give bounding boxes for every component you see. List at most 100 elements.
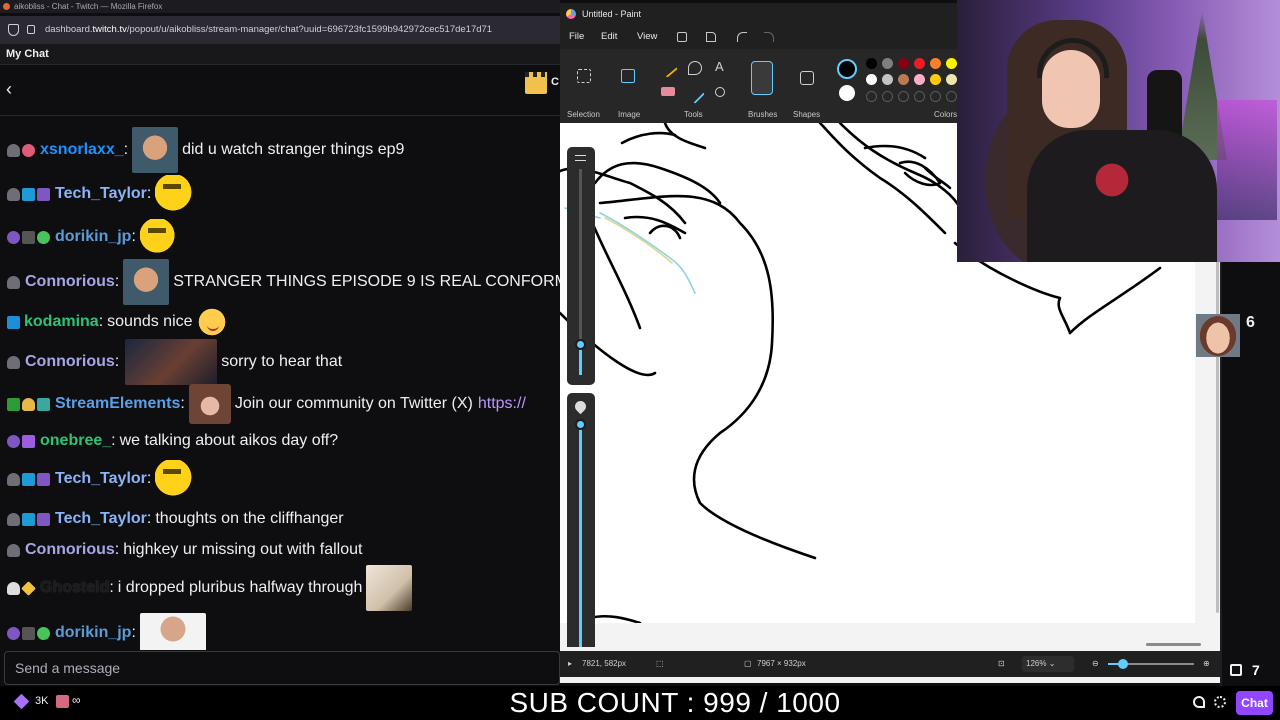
alien-badge-icon: [37, 230, 50, 244]
paint-title: Untitled - Paint: [582, 9, 642, 19]
empty-color-swatch[interactable]: [866, 91, 877, 102]
background-lights: [1217, 100, 1277, 220]
emote-image: [139, 613, 206, 650]
chat-username[interactable]: Tech_Taylor: [55, 185, 147, 203]
verified-badge-icon: [22, 187, 35, 201]
chat-text: sounds nice: [107, 313, 193, 330]
emote-image: [125, 339, 218, 385]
cursor-icon: ▸: [568, 659, 573, 668]
overlay-icons: 7: [1226, 662, 1276, 682]
zoom-out-icon[interactable]: ⊖: [1092, 651, 1099, 677]
back-arrow-icon[interactable]: ‹: [6, 79, 12, 99]
color-swatch[interactable]: [930, 74, 941, 85]
seven-tv-icon[interactable]: 7: [1252, 662, 1260, 678]
opacity-slider-knob[interactable]: [575, 419, 586, 430]
primary-color-swatch[interactable]: [837, 59, 857, 79]
chat-button[interactable]: Chat: [1236, 691, 1273, 715]
pinned-item[interactable]: C: [525, 72, 560, 100]
chat-username[interactable]: dorikin_jp: [55, 228, 131, 246]
empty-color-swatch[interactable]: [914, 91, 925, 102]
chat-header: My Chat: [0, 44, 560, 65]
chat-username[interactable]: StreamElements: [55, 395, 180, 413]
chat-message: onebree_: we talking about aikos day off…: [0, 426, 560, 456]
redo-icon[interactable]: [764, 32, 774, 42]
cloud-badge-icon: [7, 187, 20, 201]
empty-color-swatch[interactable]: [946, 91, 957, 102]
infinity-label: ∞: [72, 693, 81, 707]
cloud-badge-icon: [7, 275, 20, 289]
chat-username[interactable]: xsnorlaxx_: [40, 141, 124, 159]
horizontal-scrollbar[interactable]: [1146, 643, 1201, 646]
chat-username[interactable]: kodamina: [24, 313, 99, 331]
chat-username[interactable]: dorikin_jp: [55, 624, 131, 642]
color-swatch[interactable]: [898, 58, 909, 69]
cloud-badge-icon: [7, 626, 20, 640]
empty-color-swatch[interactable]: [930, 91, 941, 102]
color-swatch[interactable]: [866, 74, 877, 85]
chat-username[interactable]: Tech_Taylor: [55, 470, 147, 488]
chat-username[interactable]: Connorious: [25, 353, 115, 371]
text-icon[interactable]: A: [715, 59, 724, 74]
shapes-icon[interactable]: [800, 71, 814, 85]
menu-edit[interactable]: Edit: [601, 25, 617, 49]
fill-icon[interactable]: [688, 61, 702, 75]
size-slider-knob[interactable]: [575, 339, 586, 350]
chat-link[interactable]: https://: [478, 395, 526, 413]
chat-messages[interactable]: xsnorlaxx_: did u watch stranger things …: [0, 117, 560, 650]
paint-app-icon: [566, 9, 576, 19]
sparkle-icon[interactable]: [1230, 664, 1242, 676]
hype-icon[interactable]: [1193, 696, 1205, 708]
menu-view[interactable]: View: [637, 25, 657, 49]
chat-text: we talking about aikos day off?: [119, 432, 339, 449]
settings-gear-icon[interactable]: [1214, 696, 1226, 708]
color-swatch[interactable]: [914, 74, 925, 85]
color-picker-icon[interactable]: [685, 84, 705, 104]
brush-size-slider[interactable]: [567, 147, 595, 385]
chat-username[interactable]: onebree_: [40, 432, 111, 450]
chat-username[interactable]: Connorious: [25, 541, 115, 559]
canvas-size-icon: ▢: [744, 659, 752, 668]
share-icon[interactable]: [706, 32, 716, 42]
color-swatch[interactable]: [914, 58, 925, 69]
image-icon[interactable]: [621, 69, 635, 83]
secondary-color-swatch[interactable]: [839, 85, 855, 101]
color-swatch[interactable]: [946, 58, 957, 69]
brushes-icon[interactable]: [751, 61, 773, 95]
chat-username[interactable]: Ghosteld: [40, 579, 109, 597]
chat-input[interactable]: Send a message: [4, 651, 560, 685]
zoom-dropdown[interactable]: 126% ⌄: [1022, 656, 1074, 672]
color-swatch[interactable]: [866, 58, 877, 69]
menu-file[interactable]: File: [569, 25, 584, 49]
address-bar[interactable]: dashboard.twitch.tv/popout/u/aikobliss/s…: [0, 16, 560, 44]
bits-icon[interactable]: [13, 693, 30, 710]
url-text[interactable]: dashboard.twitch.tv/popout/u/aikobliss/s…: [45, 16, 492, 44]
color-swatch[interactable]: [946, 74, 957, 85]
chat-username[interactable]: Connorious: [25, 273, 115, 291]
empty-color-swatch[interactable]: [898, 91, 909, 102]
user-avatar[interactable]: [56, 695, 69, 708]
fit-icon[interactable]: ⊡: [998, 651, 1005, 677]
firefox-icon: [3, 3, 10, 10]
viewer-avatar: [1196, 314, 1240, 357]
canvas-size: 7967 × 932px: [757, 659, 806, 668]
zoom-in-icon[interactable]: ⊕: [1203, 651, 1210, 677]
color-swatch[interactable]: [930, 58, 941, 69]
save-icon[interactable]: [677, 32, 687, 42]
selection-icon[interactable]: [577, 69, 591, 83]
opacity-slider[interactable]: [567, 393, 595, 647]
magnifier-icon[interactable]: [715, 87, 725, 97]
color-swatch[interactable]: [882, 74, 893, 85]
color-swatch[interactable]: [898, 74, 909, 85]
chat-username[interactable]: Tech_Taylor: [55, 510, 147, 528]
chat-message: dorikin_jp:: [0, 217, 560, 257]
shield-icon[interactable]: [8, 24, 19, 36]
eraser-icon[interactable]: [661, 87, 675, 96]
color-swatch[interactable]: [882, 58, 893, 69]
chat-text: STRANGER THINGS EPISODE 9 IS REAL CONFOR…: [173, 273, 560, 290]
undo-icon[interactable]: [737, 32, 747, 42]
lock-icon[interactable]: [27, 25, 35, 34]
empty-color-swatch[interactable]: [882, 91, 893, 102]
zoom-slider-knob[interactable]: [1118, 659, 1129, 669]
pencil-icon[interactable]: [658, 58, 678, 78]
group-tools: Tools: [684, 110, 703, 119]
